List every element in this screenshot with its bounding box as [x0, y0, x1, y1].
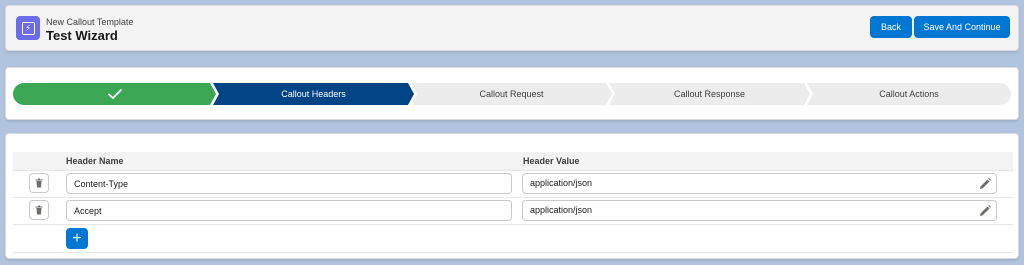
add-row-button[interactable]: + — [66, 228, 88, 249]
column-header-name: Header Name — [66, 156, 124, 166]
header-value-field[interactable]: application/json — [522, 200, 997, 221]
table-row: application/json — [13, 171, 1013, 198]
header-name-input[interactable] — [66, 173, 512, 194]
path-step-complete[interactable] — [13, 83, 216, 105]
path-step-callout-actions[interactable]: Callout Actions — [807, 83, 1011, 105]
trash-icon — [35, 178, 43, 188]
trash-icon — [35, 205, 43, 215]
page-eyebrow: New Callout Template — [46, 17, 134, 27]
column-header-value: Header Value — [523, 156, 580, 166]
header-name-input[interactable] — [66, 200, 512, 221]
page-title: Test Wizard — [46, 28, 118, 43]
path-steps: Callout Headers Callout Request Callout … — [13, 83, 1011, 105]
back-button[interactable]: Back — [870, 16, 912, 38]
delete-row-button[interactable] — [29, 173, 49, 193]
header-value-text: application/json — [530, 178, 593, 188]
header-value-field[interactable]: application/json — [522, 173, 997, 194]
header-value-text: application/json — [530, 205, 593, 215]
page-header: ⚡ New Callout Template Test Wizard Back … — [5, 5, 1019, 51]
headers-table-card: Header Name Header Value application/jso… — [5, 133, 1019, 259]
wizard-icon: ⚡ — [16, 16, 40, 40]
table-row: application/json — [13, 198, 1013, 225]
wizard-path: Callout Headers Callout Request Callout … — [5, 67, 1019, 120]
check-icon — [107, 89, 122, 99]
table-divider — [13, 252, 1013, 253]
path-step-callout-request[interactable]: Callout Request — [411, 83, 612, 105]
pencil-icon[interactable] — [978, 204, 992, 218]
path-step-callout-headers[interactable]: Callout Headers — [213, 83, 414, 105]
plus-icon: + — [72, 229, 82, 247]
save-and-continue-button[interactable]: Save And Continue — [914, 16, 1010, 38]
table-header: Header Name Header Value — [13, 152, 1013, 171]
pencil-icon[interactable] — [978, 177, 992, 191]
delete-row-button[interactable] — [29, 200, 49, 220]
path-step-callout-response[interactable]: Callout Response — [609, 83, 810, 105]
